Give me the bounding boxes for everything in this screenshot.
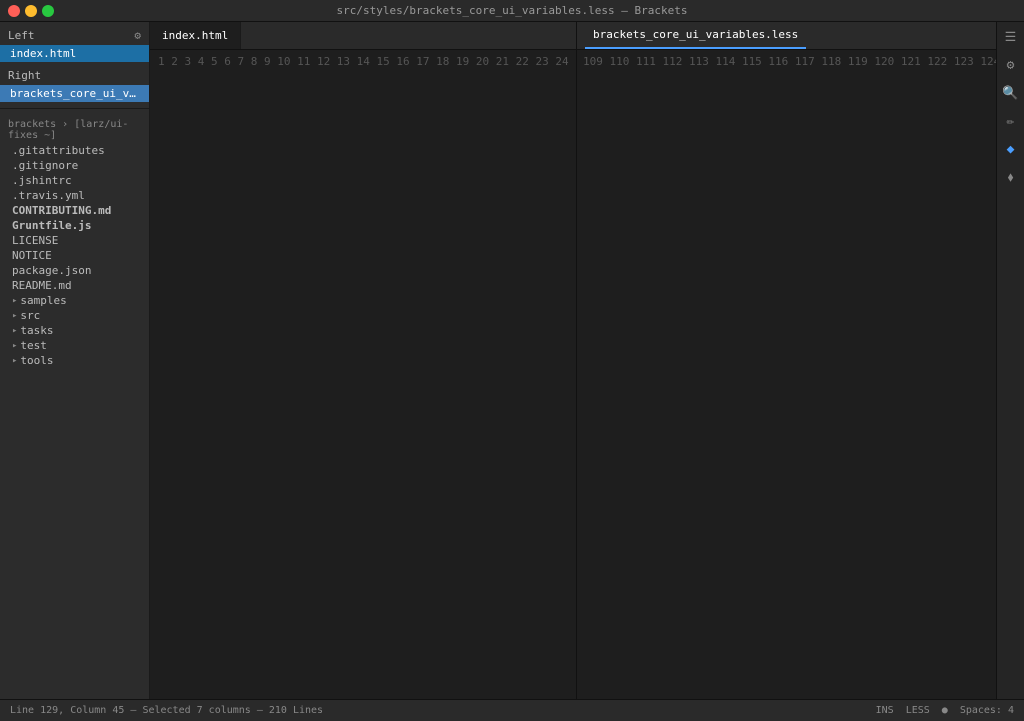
left-section-header: Left ⚙ — [0, 26, 149, 45]
window-title: src/styles/brackets_core_ui_variables.le… — [337, 4, 688, 17]
file-tree-item[interactable]: CONTRIBUTING.md — [0, 203, 149, 218]
insert-mode: INS — [876, 705, 894, 716]
left-sidebar: Left ⚙ index.html Right brackets_core_ui… — [0, 22, 150, 699]
edit-icon[interactable]: ✏ — [1000, 110, 1022, 132]
file-tree-item[interactable]: NOTICE — [0, 248, 149, 263]
right-section-header: Right — [0, 66, 149, 85]
file-type: LESS — [906, 705, 930, 716]
left-label: Left — [8, 29, 35, 42]
active-file-right[interactable]: brackets_core_ui_varia... — [0, 85, 149, 102]
file-tree-item[interactable]: README.md — [0, 278, 149, 293]
spaces-info: Spaces: 4 — [960, 705, 1014, 716]
close-button[interactable] — [8, 5, 20, 17]
right-tab-bar: brackets_core_ui_variables.less — [577, 22, 996, 50]
folder-tree-item[interactable]: ▸ tools — [0, 353, 149, 368]
editor-area: index.html 1 2 3 4 5 6 7 8 9 10 11 12 13… — [150, 22, 576, 699]
sidebar-divider — [0, 108, 149, 109]
file-tree-section: brackets › [larz/ui-fixes ~] .gitattribu… — [0, 111, 149, 372]
file-tree-item[interactable]: LICENSE — [0, 233, 149, 248]
right-panel: brackets_core_ui_variables.less 109 110 … — [576, 22, 996, 699]
css-code-editor[interactable]: 109 110 111 112 113 114 115 116 117 118 … — [577, 50, 996, 699]
editor-tab-bar: index.html — [150, 22, 576, 50]
folder-tree-item[interactable]: ▸ samples — [0, 293, 149, 308]
search-icon[interactable]: 🔍 — [1000, 82, 1022, 104]
icon-sidebar: ☰ ⚙ 🔍 ✏ ◆ ⬧ — [996, 22, 1024, 699]
file-tree-item[interactable]: Gruntfile.js — [0, 218, 149, 233]
extensions-icon[interactable]: ⬧ — [1000, 166, 1022, 188]
menu-icon[interactable]: ☰ — [1000, 26, 1022, 48]
open-files-section: Left ⚙ index.html Right brackets_core_ui… — [0, 22, 149, 106]
file-tree-item[interactable]: .gitattributes — [0, 143, 149, 158]
tab-index-html[interactable]: index.html — [150, 22, 241, 49]
code-editor[interactable]: 1 2 3 4 5 6 7 8 9 10 11 12 13 14 15 16 1… — [150, 50, 576, 699]
file-tree-item[interactable]: .jshintrc — [0, 173, 149, 188]
file-tree-item[interactable]: .travis.yml — [0, 188, 149, 203]
right-label: Right — [8, 69, 41, 82]
window-controls[interactable] — [8, 5, 54, 17]
folder-tree-item[interactable]: ▸ test — [0, 338, 149, 353]
file-list: .gitattributes.gitignore.jshintrc.travis… — [0, 143, 149, 293]
header-icons: ⚙ — [134, 29, 141, 42]
project-root: brackets › [larz/ui-fixes ~] — [0, 115, 149, 143]
folder-tree-item[interactable]: ▸ tasks — [0, 323, 149, 338]
diamond-icon[interactable]: ◆ — [1000, 138, 1022, 160]
status-right: INS LESS ● Spaces: 4 — [876, 705, 1014, 716]
settings-icon[interactable]: ⚙ — [134, 29, 141, 42]
folder-tree-item[interactable]: ▸ src — [0, 308, 149, 323]
status-bar: Line 129, Column 45 — Selected 7 columns… — [0, 699, 1024, 721]
line-numbers: 1 2 3 4 5 6 7 8 9 10 11 12 13 14 15 16 1… — [150, 50, 576, 699]
cursor-position: Line 129, Column 45 — Selected 7 columns… — [10, 705, 323, 716]
modified-dot: ● — [942, 705, 948, 716]
file-tree-item[interactable]: .gitignore — [0, 158, 149, 173]
maximize-button[interactable] — [42, 5, 54, 17]
tab-brackets-core-variables[interactable]: brackets_core_ui_variables.less — [585, 22, 806, 49]
folder-list: ▸ samples▸ src▸ tasks▸ test▸ tools — [0, 293, 149, 368]
settings-icon[interactable]: ⚙ — [1000, 54, 1022, 76]
css-line-numbers: 109 110 111 112 113 114 115 116 117 118 … — [577, 50, 996, 699]
active-file-left[interactable]: index.html — [0, 45, 149, 62]
file-tree-item[interactable]: package.json — [0, 263, 149, 278]
titlebar: src/styles/brackets_core_ui_variables.le… — [0, 0, 1024, 22]
minimize-button[interactable] — [25, 5, 37, 17]
